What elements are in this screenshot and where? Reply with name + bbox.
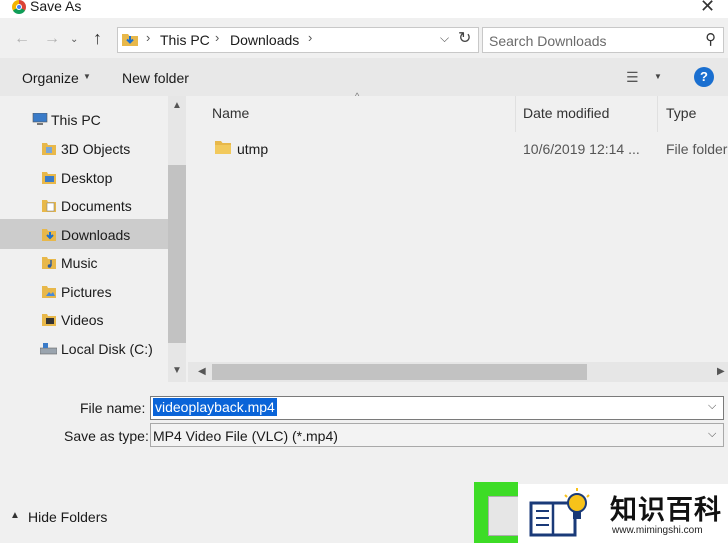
book-lightbulb-logo-icon	[529, 488, 590, 537]
title-bar	[0, 0, 728, 18]
file-row-name[interactable]: utmp	[237, 141, 268, 157]
scroll-up-icon[interactable]: ▲	[172, 100, 182, 111]
save-type-value[interactable]: MP4 Video File (VLC) (*.mp4)	[153, 428, 338, 444]
breadcrumb-downloads[interactable]: Downloads	[230, 32, 299, 48]
documents-folder-icon	[42, 200, 56, 212]
nav-item-videos[interactable]: Videos	[0, 306, 168, 334]
search-placeholder: Search Downloads	[489, 33, 607, 49]
new-folder-button[interactable]: New folder	[122, 70, 189, 86]
nav-item-downloads[interactable]: Downloads	[0, 221, 168, 249]
nav-item-documents[interactable]: Documents	[0, 192, 168, 220]
download-folder-icon	[122, 34, 138, 46]
recent-locations-chevron-icon[interactable]: ⌄	[70, 34, 78, 45]
nav-item-label: Local Disk (C:)	[61, 341, 153, 357]
column-header-name[interactable]: Name	[212, 105, 249, 121]
nav-item-label: Documents	[61, 198, 132, 214]
watermark-title: 知识百科	[610, 495, 722, 525]
folder-icon[interactable]	[215, 140, 231, 154]
address-dropdown-icon[interactable]: ⌵	[440, 31, 449, 46]
file-row-date: 10/6/2019 12:14 ...	[523, 141, 640, 157]
column-divider[interactable]	[515, 96, 516, 132]
scroll-right-icon[interactable]: ▶	[717, 366, 725, 377]
view-options-icon[interactable]: ☰	[626, 69, 638, 86]
drive-icon	[40, 343, 57, 355]
search-icon[interactable]: ⚲	[705, 30, 716, 48]
caret-down-icon[interactable]: ▼	[83, 72, 91, 81]
nav-item-pictures[interactable]: Pictures	[0, 278, 168, 306]
refresh-icon[interactable]: ↻	[458, 28, 471, 48]
nav-item-label: Desktop	[61, 170, 113, 186]
nav-item-3d-objects[interactable]: 3D Objects	[0, 135, 168, 163]
help-icon[interactable]: ?	[694, 67, 714, 87]
videos-folder-icon	[42, 314, 56, 326]
back-arrow-icon[interactable]: ←	[14, 30, 30, 48]
caret-up-icon[interactable]: ▲	[10, 510, 20, 521]
chrome-icon	[12, 0, 26, 14]
watermark-url: www.mimingshi.com	[612, 525, 703, 536]
save-type-label: Save as type:	[64, 428, 149, 444]
sort-ascending-icon: ^	[355, 91, 360, 101]
breadcrumb-separator-icon[interactable]: ›	[146, 30, 150, 45]
scroll-left-icon[interactable]: ◀	[198, 366, 206, 377]
download-folder-icon	[42, 229, 56, 241]
nav-item-label: This PC	[51, 112, 101, 128]
pictures-folder-icon	[42, 286, 56, 298]
command-bar	[0, 58, 728, 96]
close-icon[interactable]: ✕	[700, 0, 715, 17]
window-title: Save As	[30, 0, 82, 14]
nav-item-label: Videos	[61, 312, 104, 328]
nav-item-music[interactable]: Music	[0, 249, 168, 277]
chevron-down-icon[interactable]: ⌵	[708, 428, 716, 441]
file-name-value[interactable]: videoplayback.mp4	[153, 398, 277, 416]
organize-button[interactable]: Organize	[22, 70, 79, 86]
music-folder-icon	[42, 257, 56, 269]
file-list	[188, 96, 728, 382]
nav-item-label: Downloads	[61, 227, 131, 243]
nav-item-desktop[interactable]: Desktop	[0, 164, 168, 192]
file-name-label: File name:	[80, 400, 146, 416]
horizontal-scrollbar-thumb[interactable]	[212, 364, 587, 380]
nav-item-this-pc[interactable]: This PC	[0, 106, 168, 134]
desktop-folder-icon	[42, 172, 56, 184]
computer-icon	[32, 113, 48, 125]
nav-item-label: Pictures	[61, 284, 112, 300]
scroll-down-icon[interactable]: ▼	[172, 365, 182, 376]
file-row-type: File folder	[666, 141, 728, 157]
breadcrumb-this-pc[interactable]: This PC	[160, 32, 210, 48]
chevron-down-icon[interactable]: ⌵	[708, 400, 716, 413]
nav-scrollbar-thumb[interactable]	[168, 165, 186, 343]
column-divider[interactable]	[657, 96, 658, 132]
column-header-date[interactable]: Date modified	[523, 105, 609, 121]
caret-down-icon[interactable]: ▼	[654, 72, 662, 81]
forward-arrow-icon[interactable]: →	[44, 30, 60, 48]
nav-item-label: 3D Objects	[61, 141, 131, 157]
nav-item-label: Music	[61, 255, 98, 271]
breadcrumb-separator-icon[interactable]: ›	[215, 30, 219, 45]
hide-folders-button[interactable]: Hide Folders	[28, 509, 107, 525]
cube-folder-icon	[42, 143, 56, 155]
breadcrumb-separator-icon[interactable]: ›	[308, 30, 312, 45]
nav-item-local-disk[interactable]: Local Disk (C:)	[0, 335, 168, 363]
up-arrow-icon[interactable]: ↑	[93, 28, 102, 49]
column-header-type[interactable]: Type	[666, 105, 696, 121]
